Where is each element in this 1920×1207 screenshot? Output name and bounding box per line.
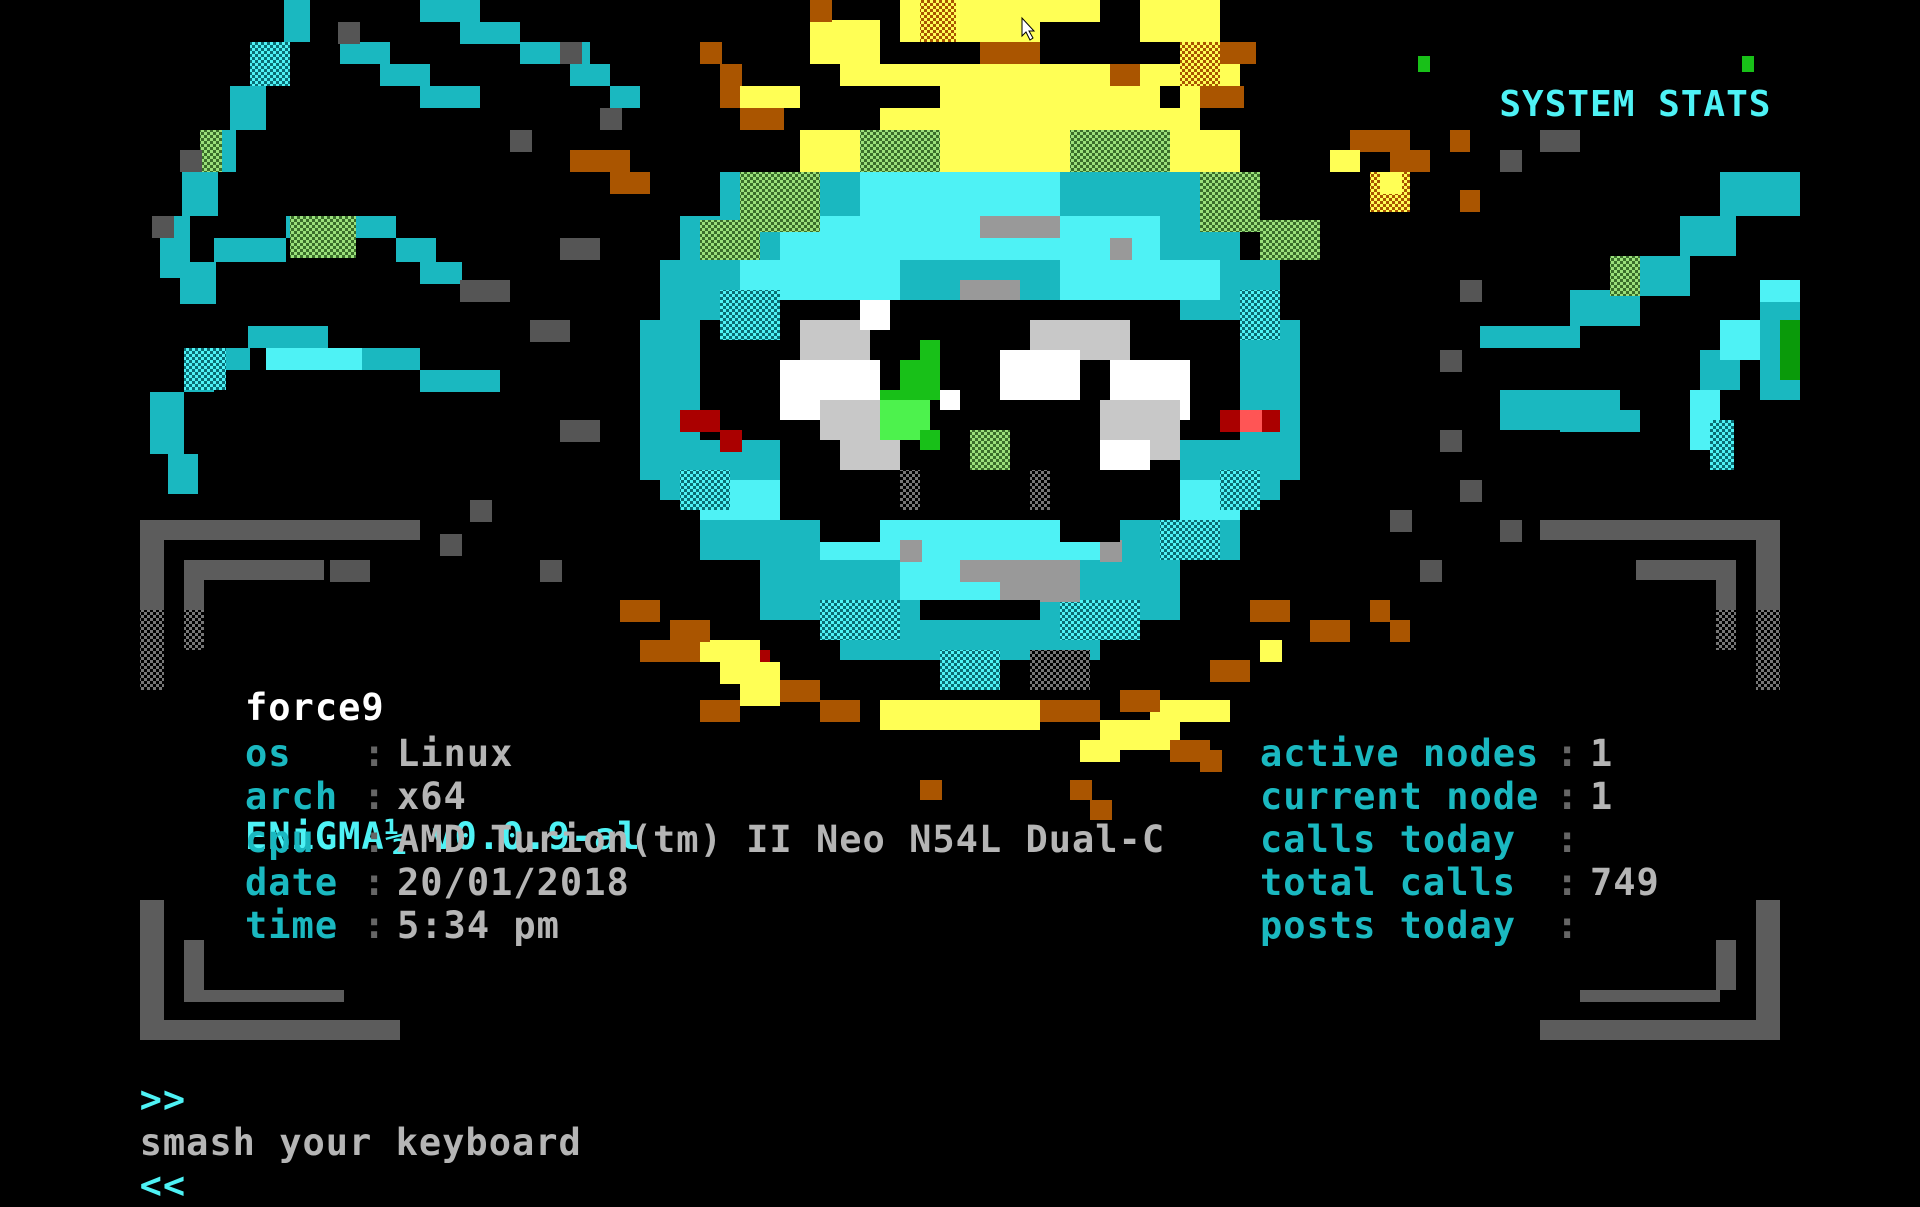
- prompt-text: smash your keyboard: [139, 1121, 582, 1164]
- system-info-value: Linux: [397, 732, 514, 775]
- node-stat-value: 1: [1590, 775, 1614, 818]
- system-info-row: arch: x64: [245, 775, 1165, 818]
- keyboard-prompt[interactable]: >> smash your keyboard <<: [93, 1035, 582, 1207]
- system-info-separator: :: [363, 732, 387, 775]
- node-stat-row: total calls:749: [1260, 861, 1660, 904]
- system-info-row: time:5:34 pm: [245, 904, 1165, 947]
- system-info-row: cpu: AMD Turion(tm) II Neo N54L Dual-C: [245, 818, 1165, 861]
- node-stat-separator: :: [1556, 732, 1580, 775]
- node-stat-label: calls today: [1260, 818, 1517, 861]
- node-stat-label: active nodes: [1260, 732, 1540, 775]
- system-info-label: arch: [245, 775, 339, 818]
- system-info-label: os: [245, 732, 292, 775]
- node-stat-separator: :: [1556, 818, 1580, 861]
- node-stat-value: 749: [1590, 861, 1660, 904]
- system-info-value: 20/01/2018: [397, 861, 630, 904]
- system-stats-header: SYSTEM STATS: [1410, 40, 1771, 126]
- system-info-value: AMD Turion(tm) II Neo N54L Dual-C: [397, 818, 1166, 861]
- node-stat-row: calls today:: [1260, 818, 1660, 861]
- system-info-value: 5:34 pm: [397, 904, 560, 947]
- system-info-separator: :: [363, 775, 387, 818]
- left-grey-bits: [152, 22, 622, 582]
- right-tentacles: [1480, 172, 1800, 432]
- system-stats-title: SYSTEM STATS: [1499, 84, 1772, 125]
- system-info-value: x64: [397, 775, 467, 818]
- node-stat-label: total calls: [1260, 861, 1517, 904]
- node-stat-separator: :: [1556, 775, 1580, 818]
- system-info-list: os: Linux arch: x64 cpu: AMD Turion(tm) II Ne…: [245, 732, 1165, 947]
- system-info-row: date:20/01/2018: [245, 861, 1165, 904]
- prompt-left-arrows: >>: [139, 1078, 187, 1121]
- node-stat-separator: :: [1556, 904, 1580, 947]
- system-info-separator: :: [363, 904, 387, 947]
- system-info-label: time: [245, 904, 339, 947]
- system-info-separator: :: [363, 861, 387, 904]
- node-stat-row: posts today:: [1260, 904, 1660, 947]
- node-stat-row: current node:1: [1260, 775, 1660, 818]
- system-info-row: os: Linux: [245, 732, 1165, 775]
- node-stat-label: current node: [1260, 775, 1540, 818]
- right-grey-bits: [1390, 130, 1580, 582]
- system-info-separator: :: [363, 818, 387, 861]
- prompt-right-arrows: <<: [139, 1164, 187, 1207]
- board-name: force9: [245, 686, 385, 729]
- node-stat-separator: :: [1556, 861, 1580, 904]
- node-stat-label: posts today: [1260, 904, 1517, 947]
- system-info-label: cpu: [245, 818, 315, 861]
- system-info-label: date: [245, 861, 339, 904]
- node-stat-value: 1: [1590, 732, 1614, 775]
- node-stat-row: active nodes:1: [1260, 732, 1660, 775]
- node-stats-list: active nodes:1 current node:1 calls today:…: [1260, 732, 1660, 947]
